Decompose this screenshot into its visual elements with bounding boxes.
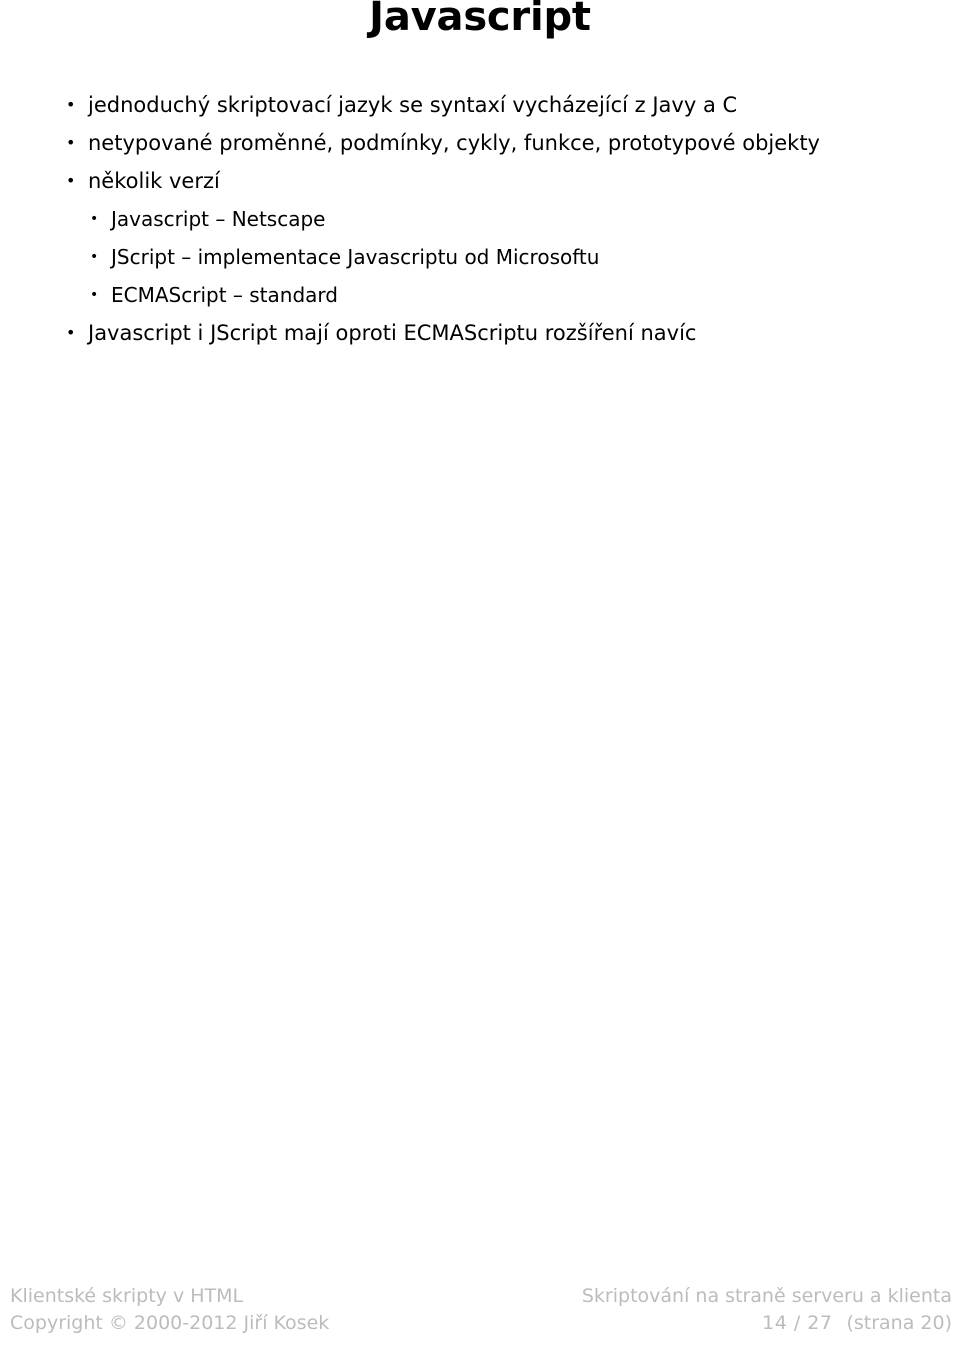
bullet-marker-icon: •: [66, 323, 76, 342]
bullet-marker-icon: •: [66, 95, 76, 114]
bullet-marker-icon: •: [90, 249, 99, 265]
list-item-label: několik verzí: [88, 169, 220, 193]
list-item: • ECMAScript – standard: [0, 276, 960, 314]
slide-page: Javascript • jednoduchý skriptovací jazy…: [0, 0, 960, 1345]
bullet-marker-icon: •: [90, 211, 99, 227]
list-item: • Javascript – Netscape: [0, 200, 960, 238]
printed-page-number: (strana 20): [846, 1312, 952, 1334]
nested-list-container: • Javascript – Netscape • JScript – impl…: [0, 200, 960, 314]
list-item-label: netypované proměnné, podmínky, cykly, fu…: [88, 131, 820, 155]
list-item: • jednoduchý skriptovací jazyk se syntax…: [0, 86, 960, 124]
bullet-marker-icon: •: [90, 287, 99, 303]
list-item: • Javascript i JScript mají oproti ECMAS…: [0, 314, 960, 352]
list-item-label: Javascript i JScript mají oproti ECMAScr…: [88, 321, 697, 345]
footer-section-title: Skriptování na straně serveru a klienta: [581, 1285, 952, 1307]
footer-copyright: Copyright © 2000-2012 Jiří Kosek: [10, 1312, 330, 1334]
bullet-marker-icon: •: [66, 133, 76, 152]
page-footer: Klientské skripty v HTML Copyright © 200…: [0, 1283, 960, 1337]
list-item: • netypované proměnné, podmínky, cykly, …: [0, 124, 960, 162]
list-item: • JScript – implementace Javascriptu od …: [0, 238, 960, 276]
list-item-label: JScript – implementace Javascriptu od Mi…: [111, 245, 600, 269]
slide-number: 14 / 27: [762, 1312, 833, 1334]
footer-left-block: Klientské skripty v HTML Copyright © 200…: [10, 1283, 329, 1337]
list-item: • několik verzí: [0, 162, 960, 200]
bullet-list-level2: • Javascript – Netscape • JScript – impl…: [0, 200, 960, 314]
bullet-list-level1: • jednoduchý skriptovací jazyk se syntax…: [0, 86, 960, 352]
slide-content: • jednoduchý skriptovací jazyk se syntax…: [0, 86, 960, 352]
list-item-label: ECMAScript – standard: [111, 283, 338, 307]
footer-pagination: 14 / 27 (strana 20): [582, 1310, 952, 1337]
footer-document-title: Klientské skripty v HTML: [10, 1285, 244, 1307]
list-item-label: jednoduchý skriptovací jazyk se syntaxí …: [88, 93, 738, 117]
list-item-label: Javascript – Netscape: [111, 207, 326, 231]
page-title: Javascript: [369, 0, 591, 40]
footer-right-block: Skriptování na straně serveru a klienta …: [582, 1283, 952, 1337]
bullet-marker-icon: •: [66, 171, 76, 190]
